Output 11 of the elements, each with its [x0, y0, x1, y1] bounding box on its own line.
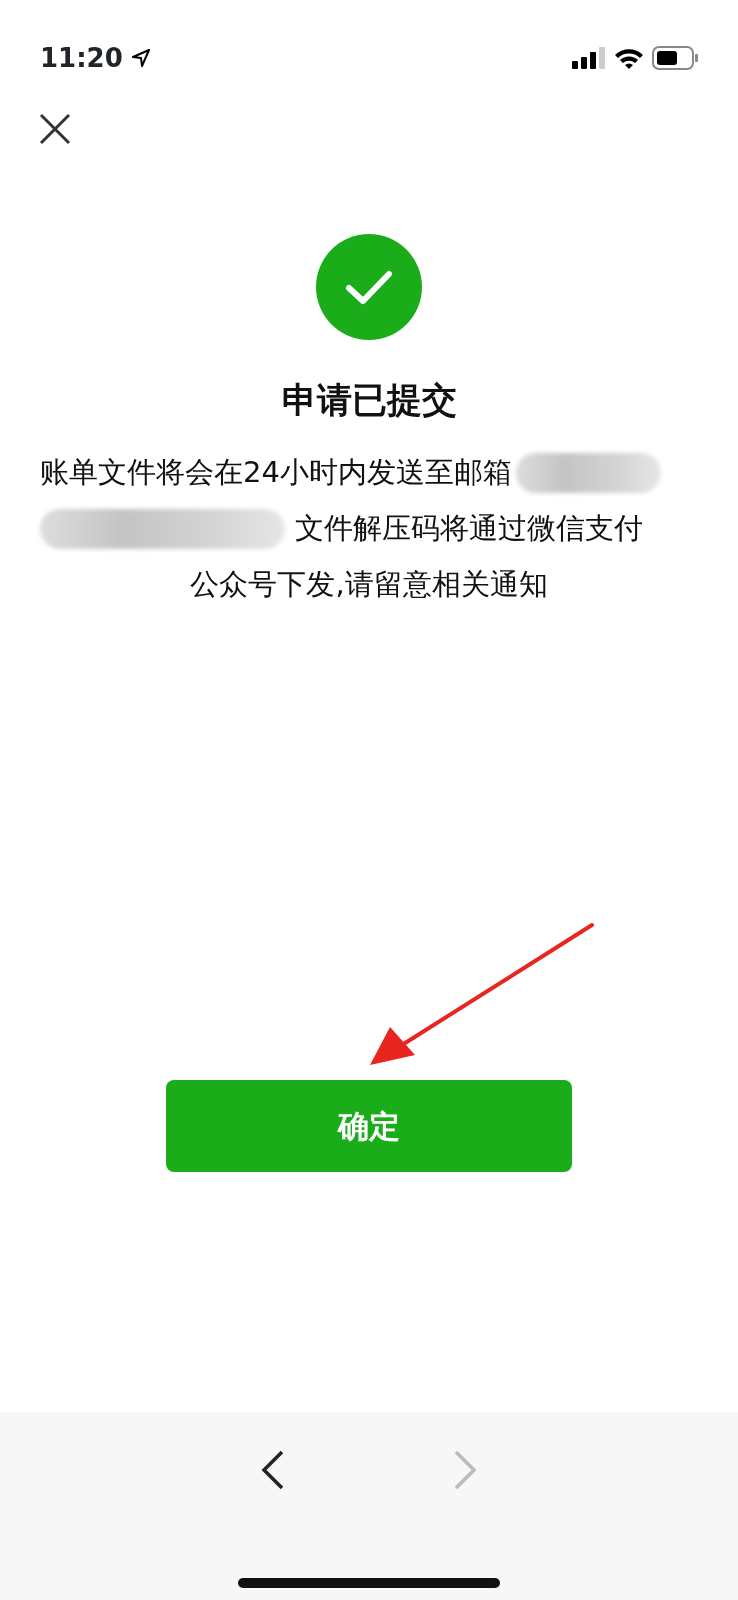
message-text: 账单文件将会在24小时内发送至邮箱	[40, 453, 512, 491]
close-button[interactable]	[38, 112, 72, 146]
battery-icon	[652, 46, 698, 70]
success-title: 申请已提交	[280, 379, 458, 422]
message-text: 文件解压码将通过微信支付	[295, 509, 643, 547]
confirm-button[interactable]: 确定	[166, 1080, 572, 1172]
status-time: 11:20	[40, 45, 123, 71]
location-icon	[130, 48, 151, 68]
signal-icon	[572, 47, 606, 69]
wifi-icon	[614, 47, 644, 69]
message-text: 公众号下发,请留意相关通知	[190, 565, 548, 603]
